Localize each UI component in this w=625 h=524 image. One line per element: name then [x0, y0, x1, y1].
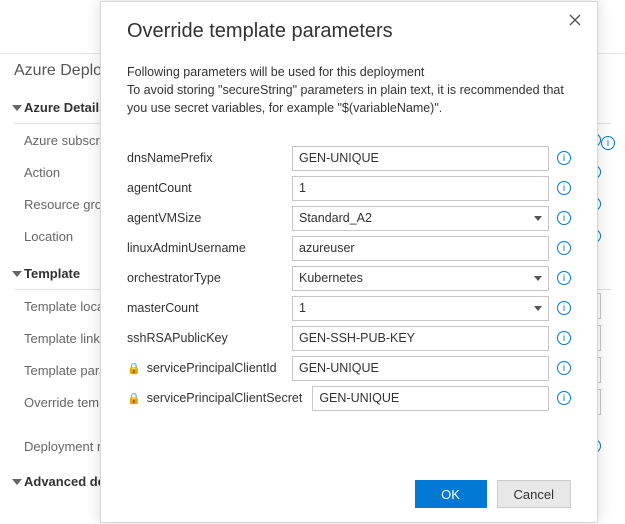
collapse-icon [12, 105, 22, 111]
param-label-text: servicePrincipalClientSecret [147, 391, 303, 405]
override-parameters-dialog: Override template parameters Following p… [100, 1, 598, 523]
param-label: 🔒 servicePrincipalClientSecret [127, 391, 302, 405]
info-icon[interactable]: i [557, 271, 571, 285]
param-label-text: dnsNamePrefix [127, 151, 212, 165]
param-input-sshRSAPublicKey[interactable] [292, 326, 549, 351]
param-label-text: masterCount [127, 301, 199, 315]
param-input-wrap: i [312, 386, 571, 411]
info-icon[interactable]: i [557, 181, 571, 195]
param-input-wrap: 1i [292, 296, 571, 321]
param-label-text: servicePrincipalClientId [147, 361, 277, 375]
param-select-agentVMSize[interactable]: Standard_A2 [292, 206, 549, 231]
param-label-text: linuxAdminUsername [127, 241, 246, 255]
param-input-servicePrincipalClientSecret[interactable] [312, 386, 549, 411]
chevron-down-icon [534, 276, 542, 281]
param-select-value: Kubernetes [299, 271, 363, 285]
collapse-icon [12, 271, 22, 277]
dialog-intro-2: To avoid storing "secureString" paramete… [127, 81, 571, 117]
param-label-text: agentVMSize [127, 211, 201, 225]
param-input-dnsNamePrefix[interactable] [292, 146, 549, 171]
param-label-text: agentCount [127, 181, 192, 195]
param-input-servicePrincipalClientId[interactable] [292, 356, 549, 381]
param-row-agentVMSize: agentVMSize Standard_A2 i [127, 203, 571, 233]
info-icon[interactable]: i [557, 301, 571, 315]
info-icon[interactable]: i [557, 241, 571, 255]
section-heading: Azure Details [24, 100, 106, 115]
param-input-wrap: Kubernetes i [292, 266, 571, 291]
param-label: orchestratorType [127, 271, 282, 285]
param-label: 🔒 servicePrincipalClientId [127, 361, 282, 375]
param-select-orchestratorType[interactable]: Kubernetes [292, 266, 549, 291]
info-icon[interactable]: i [557, 151, 571, 165]
dialog-title: Override template parameters [127, 20, 571, 43]
info-icon[interactable]: i [557, 361, 571, 375]
param-row-masterCount: masterCount1i [127, 293, 571, 323]
param-row-agentCount: agentCount i [127, 173, 571, 203]
info-icon[interactable]: i [557, 211, 571, 225]
param-label: dnsNamePrefix [127, 151, 282, 165]
chevron-down-icon [534, 306, 542, 311]
param-row-orchestratorType: orchestratorType Kubernetes i [127, 263, 571, 293]
dialog-intro-1: Following parameters will be used for th… [127, 65, 571, 79]
param-label: agentCount [127, 181, 282, 195]
lock-icon: 🔒 [127, 362, 141, 375]
param-input-wrap: i [292, 236, 571, 261]
ok-button[interactable]: OK [415, 480, 487, 508]
param-label: sshRSAPublicKey [127, 331, 282, 345]
param-row-servicePrincipalClientSecret: 🔒 servicePrincipalClientSecret i [127, 383, 571, 413]
param-label: masterCount [127, 301, 282, 315]
collapse-icon [12, 479, 22, 485]
param-label: linuxAdminUsername [127, 241, 282, 255]
info-icon[interactable]: i [557, 331, 571, 345]
param-row-sshRSAPublicKey: sshRSAPublicKey i [127, 323, 571, 353]
param-row-linuxAdminUsername: linuxAdminUsername i [127, 233, 571, 263]
section-heading: Template [24, 266, 80, 281]
param-label-text: orchestratorType [127, 271, 221, 285]
param-input-wrap: i [292, 326, 571, 351]
param-input-wrap: i [292, 176, 571, 201]
param-label-text: sshRSAPublicKey [127, 331, 228, 345]
info-icon[interactable]: i [601, 136, 615, 150]
param-input-wrap: Standard_A2 i [292, 206, 571, 231]
param-select-value: 1 [299, 301, 306, 315]
dialog-button-row: OK Cancel [127, 462, 571, 508]
param-label: agentVMSize [127, 211, 282, 225]
param-row-dnsNamePrefix: dnsNamePrefix i [127, 143, 571, 173]
param-select-masterCount[interactable]: 1 [292, 296, 549, 321]
close-icon [569, 14, 581, 26]
param-input-wrap: i [292, 356, 571, 381]
close-button[interactable] [565, 12, 585, 32]
param-input-agentCount[interactable] [292, 176, 549, 201]
cancel-button[interactable]: Cancel [497, 480, 571, 508]
param-row-servicePrincipalClientId: 🔒 servicePrincipalClientId i [127, 353, 571, 383]
chevron-down-icon [534, 216, 542, 221]
param-input-wrap: i [292, 146, 571, 171]
info-icon[interactable]: i [557, 391, 571, 405]
parameters-list: dnsNamePrefix i agentCount i agentVMSize Stan… [127, 143, 571, 413]
lock-icon: 🔒 [127, 392, 141, 405]
param-input-linuxAdminUsername[interactable] [292, 236, 549, 261]
param-select-value: Standard_A2 [299, 211, 372, 225]
